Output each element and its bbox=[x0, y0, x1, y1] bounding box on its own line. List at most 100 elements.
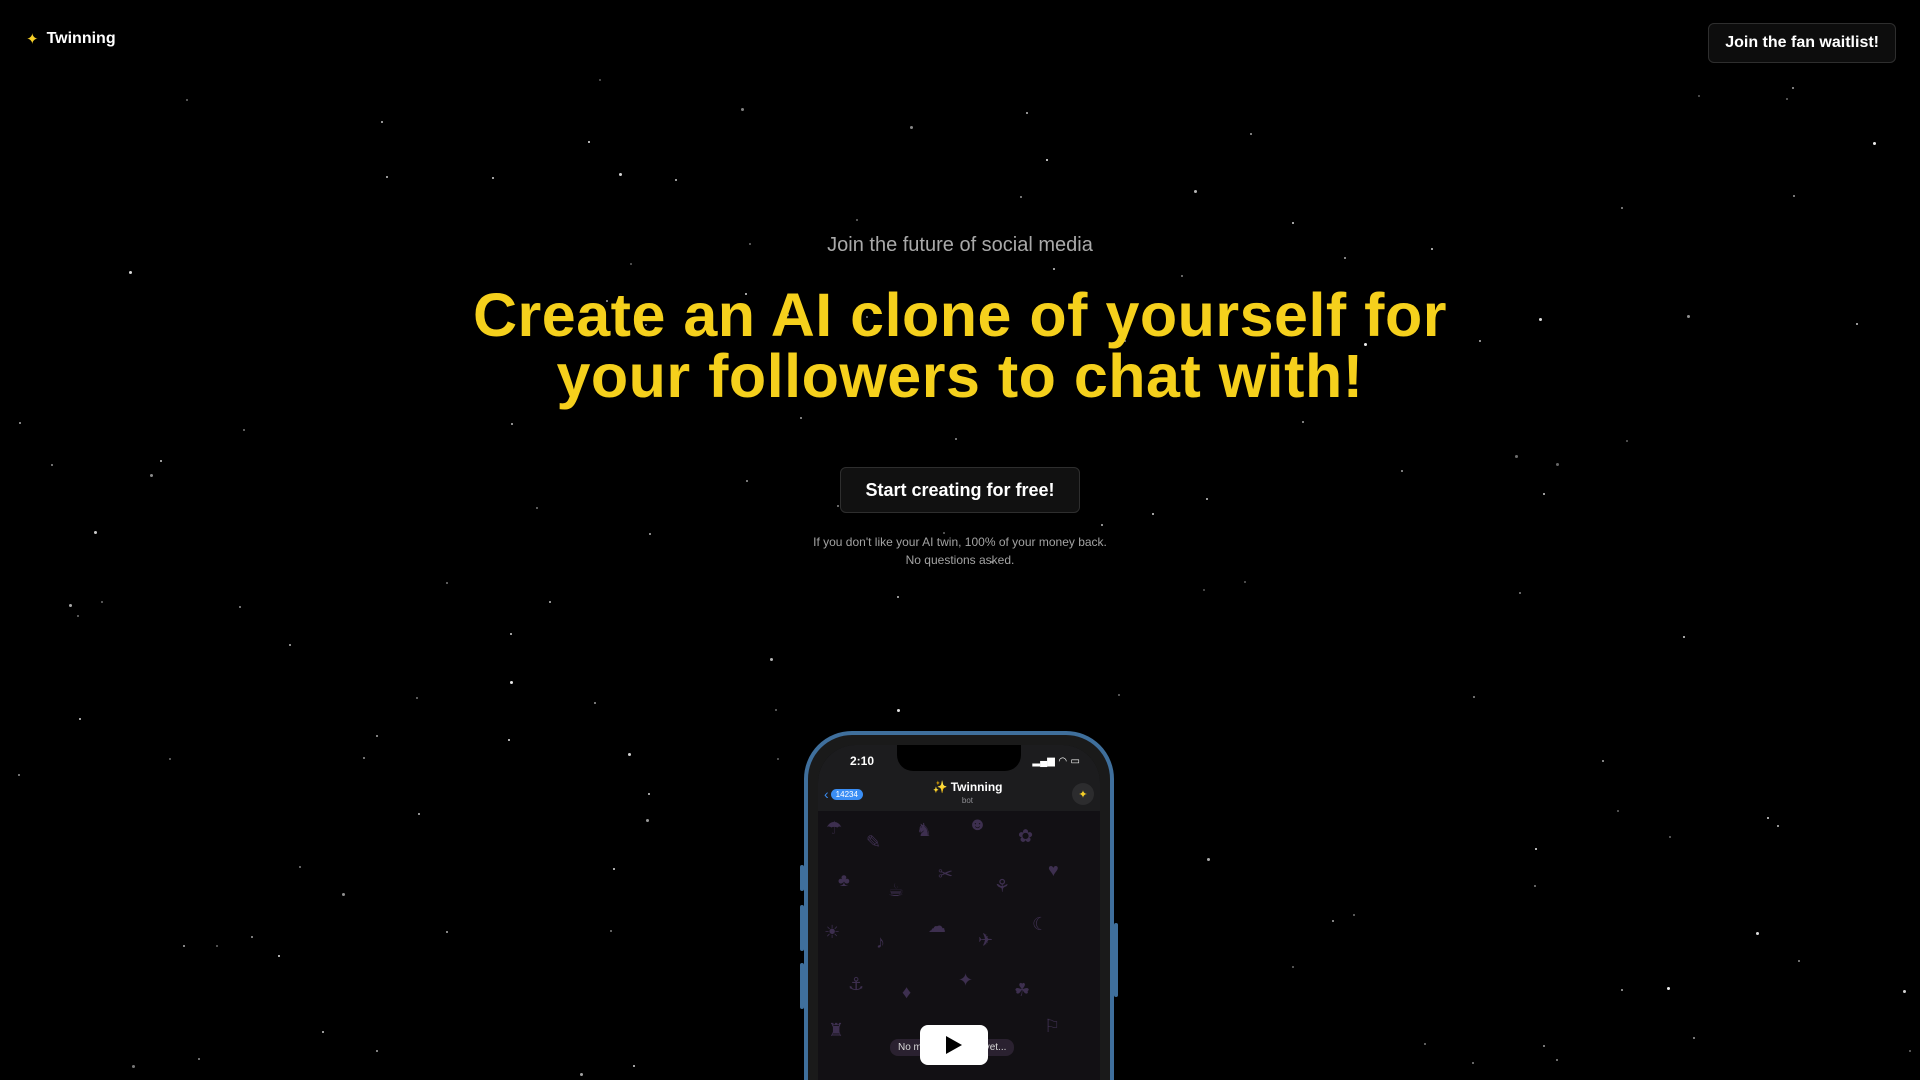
doodle-icon: ⚓ bbox=[848, 974, 865, 994]
star-dot bbox=[1194, 190, 1197, 193]
star-dot bbox=[278, 955, 280, 957]
phone-side-button bbox=[800, 905, 804, 951]
doodle-icon: ✎ bbox=[866, 832, 882, 852]
star-dot bbox=[1473, 696, 1475, 698]
star-dot bbox=[1207, 858, 1210, 861]
star-dot bbox=[363, 757, 365, 759]
phone-side-button bbox=[1114, 923, 1118, 997]
doodle-icon: ☂ bbox=[826, 818, 843, 838]
phone-notch bbox=[897, 745, 1021, 771]
back-button[interactable]: ‹ 14234 bbox=[824, 786, 863, 802]
star-dot bbox=[594, 702, 596, 704]
star-dot bbox=[777, 758, 779, 760]
star-dot bbox=[251, 936, 253, 938]
star-dot bbox=[186, 99, 188, 101]
star-dot bbox=[69, 604, 72, 607]
star-dot bbox=[1535, 848, 1537, 850]
battery-icon: ▭ bbox=[1070, 755, 1080, 767]
play-video-button[interactable] bbox=[920, 1025, 988, 1065]
star-dot bbox=[1621, 989, 1623, 991]
star-dot bbox=[1556, 1059, 1558, 1061]
star-dot bbox=[580, 1073, 583, 1076]
star-dot bbox=[1203, 589, 1205, 591]
brand-logo[interactable]: ✦ Twinning bbox=[26, 30, 116, 48]
star-dot bbox=[619, 173, 622, 176]
star-dot bbox=[169, 758, 171, 760]
star-dot bbox=[599, 79, 601, 81]
star-dot bbox=[1353, 914, 1355, 916]
star-dot bbox=[198, 1058, 200, 1060]
doodle-icon: ♣ bbox=[838, 870, 850, 890]
star-dot bbox=[775, 709, 777, 711]
star-dot bbox=[1621, 207, 1623, 209]
star-dot bbox=[1617, 810, 1619, 812]
doodle-icon: ✂ bbox=[938, 864, 954, 884]
star-dot bbox=[1698, 95, 1700, 97]
doodle-icon: ☕ bbox=[888, 880, 905, 900]
chat-subtitle: bot bbox=[961, 796, 974, 805]
doodle-icon: ♥ bbox=[1048, 860, 1059, 880]
star-dot bbox=[610, 930, 612, 932]
chat-title-block[interactable]: ✨ Twinning bot bbox=[932, 781, 1002, 807]
star-dot bbox=[1543, 1045, 1545, 1047]
chat-avatar[interactable]: ✦ bbox=[1072, 783, 1094, 805]
chevron-left-icon: ‹ bbox=[824, 786, 829, 802]
star-dot bbox=[770, 658, 773, 661]
doodle-icon: ♪ bbox=[876, 932, 885, 952]
doodle-icon: ♞ bbox=[916, 820, 933, 840]
star-dot bbox=[1909, 1050, 1911, 1052]
star-dot bbox=[1798, 960, 1800, 962]
star-dot bbox=[510, 681, 513, 684]
hero-eyebrow: Join the future of social media bbox=[827, 234, 1093, 256]
chat-header: ‹ 14234 ✨ Twinning bot ✦ bbox=[818, 777, 1100, 811]
hero-headline: Create an AI clone of yourself for your … bbox=[473, 281, 1447, 410]
signal-icon: ▂▄▆ bbox=[1032, 755, 1055, 767]
star-dot bbox=[216, 945, 218, 947]
star-dot bbox=[1472, 1062, 1474, 1064]
start-creating-button[interactable]: Start creating for free! bbox=[840, 467, 1080, 513]
star-dot bbox=[1903, 990, 1906, 993]
doodle-icon: ♜ bbox=[828, 1020, 845, 1040]
guarantee-line-1: If you don't like your AI twin, 100% of … bbox=[813, 535, 1107, 549]
doodle-icon: ✦ bbox=[958, 970, 974, 990]
hero-section: Join the future of social media Create a… bbox=[0, 234, 1920, 569]
landing-page: ✦ Twinning Join the fan waitlist! Join t… bbox=[0, 0, 1920, 1080]
phone-mockup: 2:10 ▂▄▆ ◠ ▭ ‹ 14234 ✨ Twinning bot ✦ ☂ … bbox=[800, 731, 1118, 1080]
star-dot bbox=[1519, 592, 1521, 594]
star-dot bbox=[1020, 196, 1022, 198]
doodle-icon: ☾ bbox=[1032, 914, 1049, 934]
star-dot bbox=[1292, 966, 1294, 968]
star-dot bbox=[183, 945, 185, 947]
doodle-icon: ☘ bbox=[1014, 980, 1031, 1000]
unread-badge: 14234 bbox=[830, 788, 863, 800]
star-dot bbox=[910, 126, 913, 129]
doodle-icon: ☁ bbox=[928, 916, 946, 936]
doodle-icon: ☻ bbox=[968, 814, 987, 834]
star-dot bbox=[79, 718, 81, 720]
star-dot bbox=[492, 177, 494, 179]
money-back-guarantee: If you don't like your AI twin, 100% of … bbox=[0, 533, 1920, 569]
star-dot bbox=[1250, 133, 1252, 135]
star-dot bbox=[1693, 1037, 1695, 1039]
join-fan-waitlist-button[interactable]: Join the fan waitlist! bbox=[1708, 23, 1896, 63]
star-dot bbox=[239, 606, 241, 608]
star-dot bbox=[381, 121, 383, 123]
guarantee-line-2: No questions asked. bbox=[905, 553, 1015, 567]
star-dot bbox=[675, 179, 677, 181]
star-dot bbox=[1786, 98, 1788, 100]
star-dot bbox=[897, 596, 899, 598]
star-dot bbox=[549, 601, 551, 603]
star-dot bbox=[376, 735, 378, 737]
play-icon bbox=[946, 1036, 962, 1054]
star-dot bbox=[856, 219, 858, 221]
star-dot bbox=[376, 1050, 378, 1052]
star-dot bbox=[1777, 825, 1779, 827]
doodle-icon: ♦ bbox=[902, 982, 912, 1002]
status-icons: ▂▄▆ ◠ ▭ bbox=[1032, 756, 1080, 767]
star-dot bbox=[633, 1065, 635, 1067]
star-dot bbox=[1683, 636, 1685, 638]
star-dot bbox=[18, 774, 20, 776]
star-dot bbox=[613, 868, 615, 870]
star-dot bbox=[1756, 932, 1759, 935]
star-dot bbox=[322, 1031, 324, 1033]
